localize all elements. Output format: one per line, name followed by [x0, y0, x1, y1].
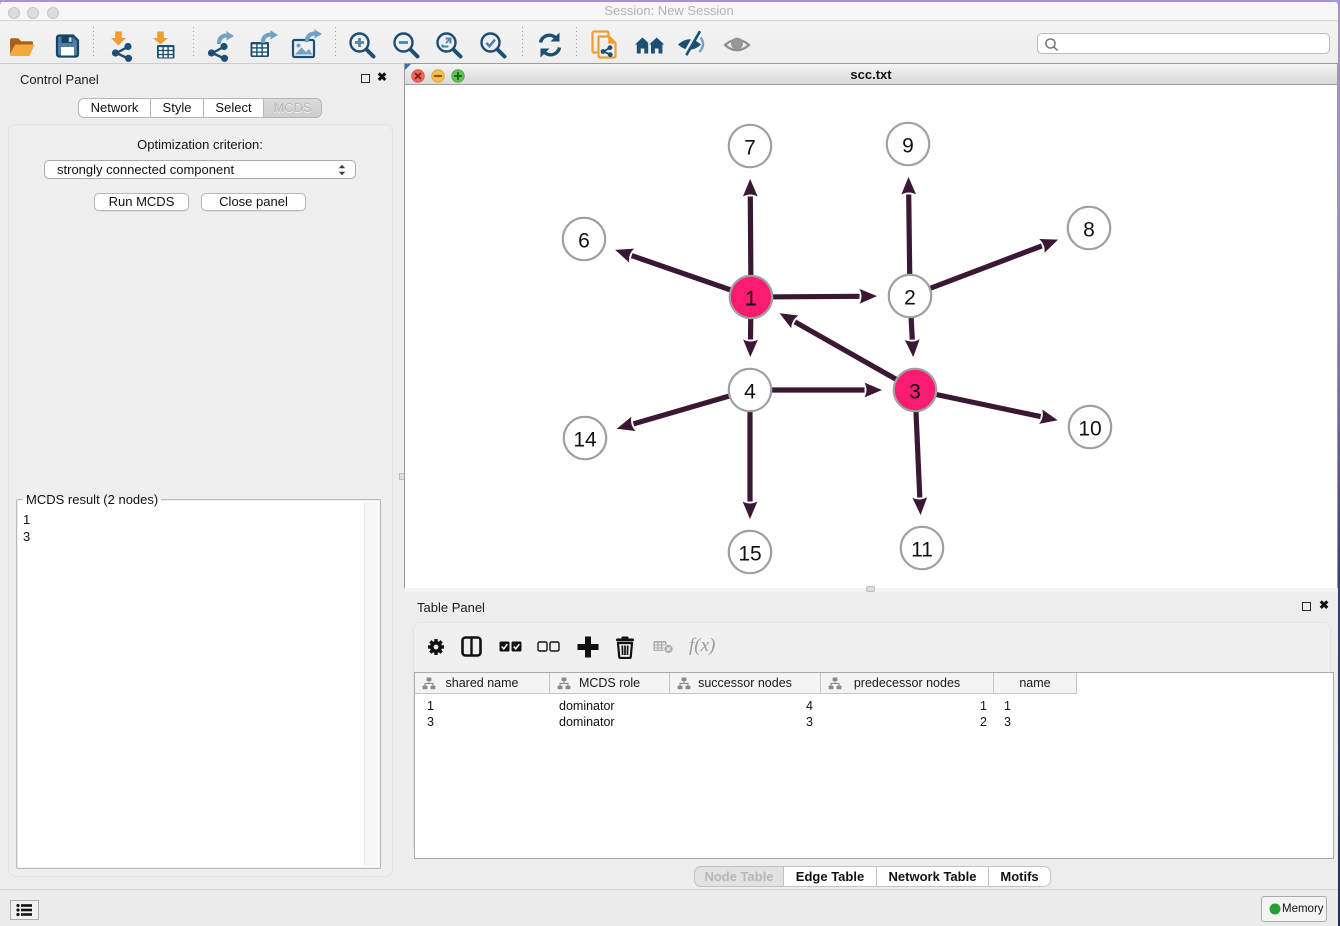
svg-text:10: 10 — [1078, 418, 1101, 441]
svg-text:14: 14 — [573, 429, 597, 452]
svg-text:1: 1 — [745, 288, 757, 311]
svg-text:4: 4 — [744, 381, 756, 404]
svg-text:3: 3 — [909, 381, 921, 404]
svg-text:15: 15 — [738, 543, 761, 566]
svg-text:9: 9 — [902, 135, 914, 158]
svg-text:2: 2 — [904, 287, 916, 310]
svg-text:11: 11 — [911, 539, 933, 562]
svg-text:7: 7 — [744, 137, 756, 160]
svg-text:6: 6 — [578, 230, 590, 253]
svg-text:8: 8 — [1083, 219, 1095, 242]
